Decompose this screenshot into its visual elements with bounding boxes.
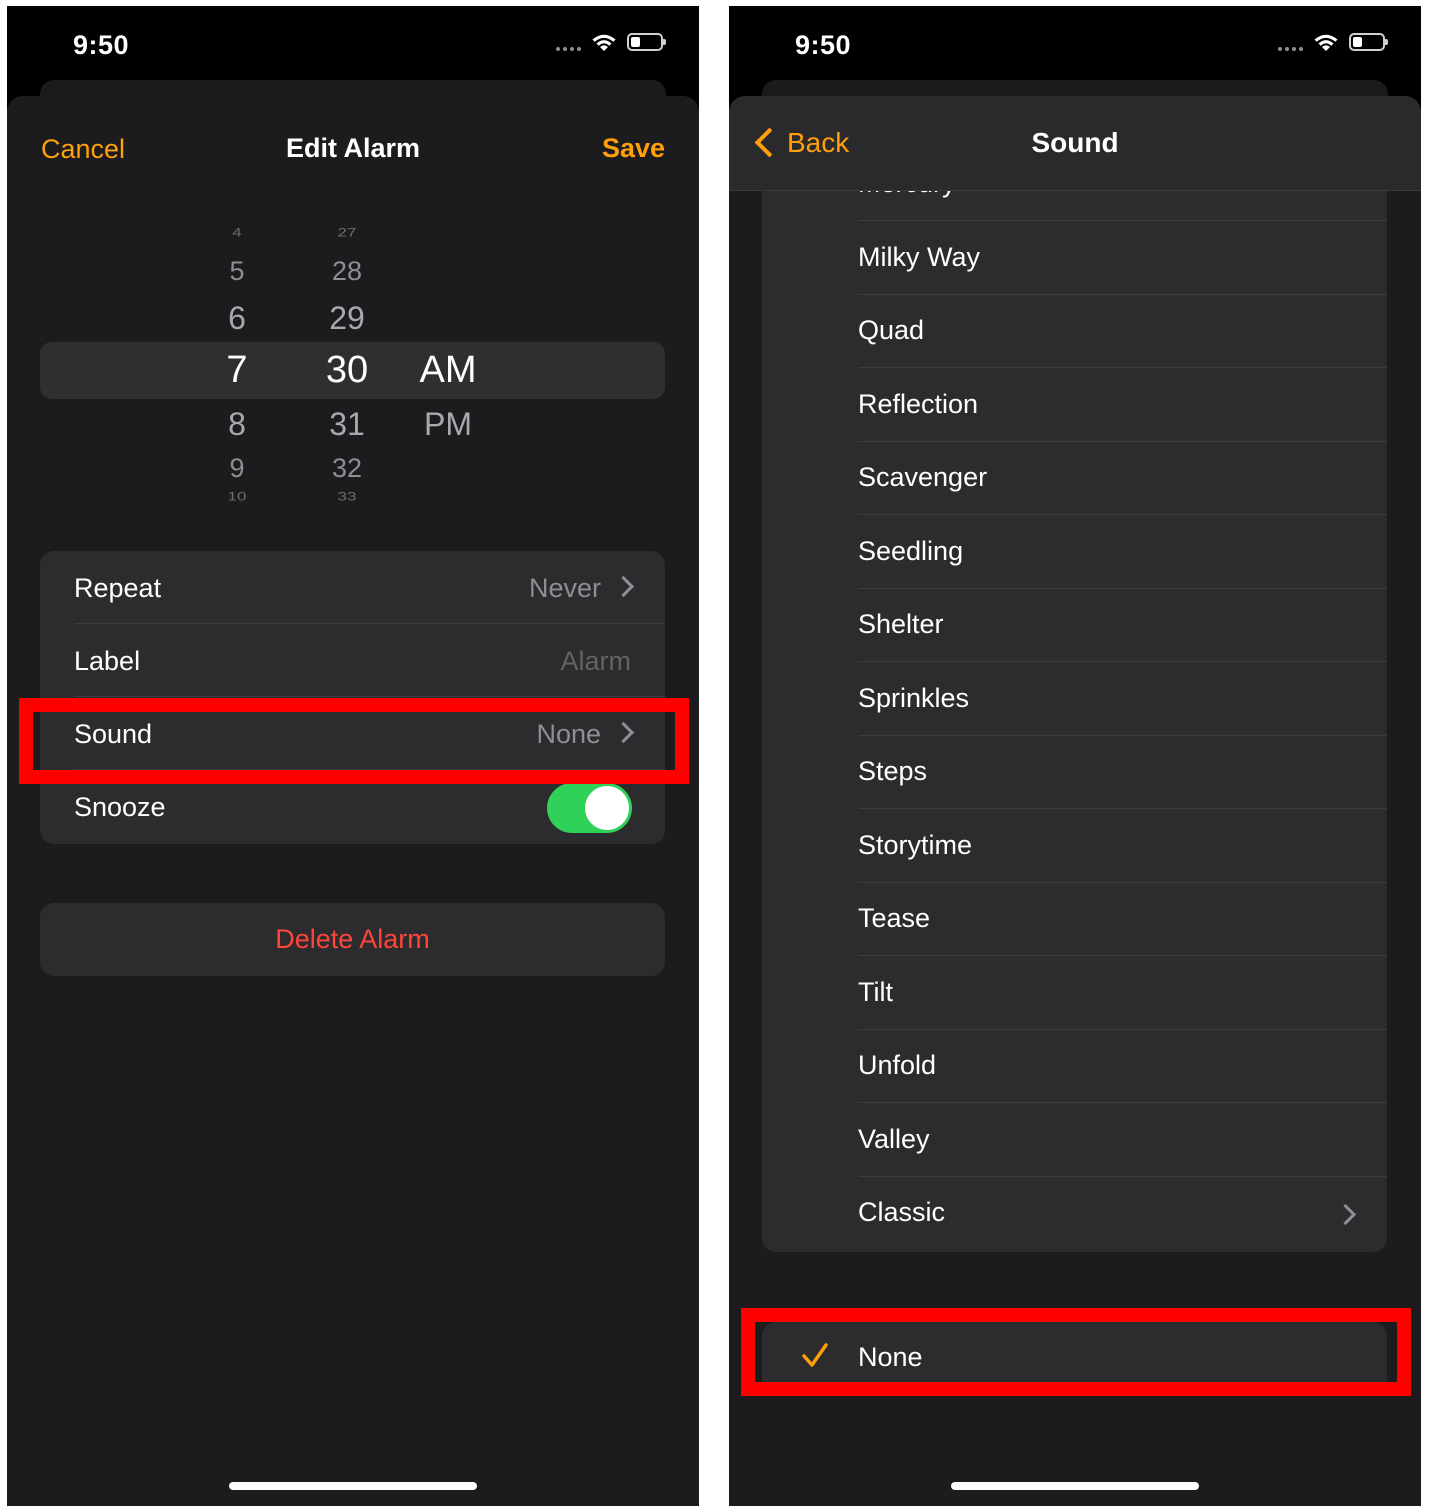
status-time: 9:50 [795,30,852,60]
navigation-bar: Back Sound [729,96,1421,191]
picker-minute: 33 [337,490,357,504]
list-item[interactable]: Shelter [762,589,1387,662]
sound-item-label: Unfold [858,1050,937,1080]
list-item[interactable]: Seedling [762,516,1387,589]
label-label: Label [74,646,141,676]
cellular-signal-icon [556,33,581,51]
picker-hour: 9 [229,453,245,483]
snooze-toggle[interactable] [547,783,632,833]
battery-icon [627,33,666,51]
list-item[interactable]: Unfold [762,1030,1387,1103]
sound-item-label: Sprinkles [858,682,970,713]
sound-item-label: Seedling [858,535,964,566]
list-item[interactable]: Quad [762,295,1387,368]
sound-sheet: Back Sound Mercury Milky Way Quad Reflec… [729,96,1421,1506]
picker-minute: 28 [331,256,363,286]
sound-item-label: Steps [858,756,928,786]
status-indicators [556,32,666,52]
list-item[interactable]: Valley [762,1104,1387,1177]
snooze-label: Snooze [74,792,166,822]
sound-list: Mercury Milky Way Quad Reflection Scaven… [762,190,1387,1252]
list-item[interactable]: Sprinkles [762,663,1387,736]
picker-minute: 27 [337,226,357,240]
highlight-box [19,698,689,784]
list-item[interactable]: Steps [762,736,1387,809]
sound-item-label: Classic [858,1197,946,1227]
home-indicator[interactable] [229,1482,477,1490]
repeat-value: Never [528,573,601,603]
picker-hour-selected: 7 [226,349,248,391]
list-item[interactable]: Tilt [762,957,1387,1030]
repeat-row[interactable]: Repeat Never [40,551,665,624]
list-item[interactable]: Storytime [762,810,1387,883]
picker-hour: 5 [229,256,245,286]
sound-item-label: Tilt [858,976,893,1007]
list-item[interactable]: Mercury [762,190,1387,221]
sound-item-label: Mercury [858,190,956,199]
classic-row[interactable]: Classic [762,1177,1387,1250]
status-indicators [1278,32,1388,52]
battery-icon [1349,33,1388,51]
highlight-box [741,1308,1411,1396]
list-item[interactable]: Tease [762,883,1387,956]
list-item[interactable]: Reflection [762,369,1387,442]
sound-item-label: Milky Way [858,241,980,272]
sound-item-label: Valley [858,1123,930,1154]
page-title: Sound [1031,127,1119,158]
cellular-signal-icon [1278,33,1303,51]
wifi-icon [592,34,616,51]
picker-ampm: PM [424,406,472,442]
repeat-label: Repeat [74,573,162,603]
picker-hour: 4 [232,226,242,240]
list-item[interactable]: Milky Way [762,222,1387,295]
picker-minute-selected: 30 [325,349,369,391]
edit-alarm-screen: 9:50 Cancel Edit Alarm Save 4 5 6 7 8 9 … [7,6,699,1506]
label-field[interactable]: Alarm [560,646,631,677]
sound-screen: 9:50 Back Sound Mercury Milky Way Quad R… [729,6,1421,1506]
picker-hour: 8 [228,406,246,442]
picker-ampm-selected: AM [419,349,477,391]
label-row[interactable]: Label Alarm [40,624,665,697]
picker-hour: 10 [227,490,247,504]
picker-minute: 32 [331,453,363,483]
picker-minute: 29 [329,300,365,336]
chevron-right-icon [1334,1203,1357,1226]
home-indicator[interactable] [951,1482,1199,1490]
sound-item-label: Storytime [858,829,973,860]
list-item[interactable]: Scavenger [762,442,1387,515]
sound-item-label: Tease [858,903,931,933]
wifi-icon [1314,34,1338,51]
sound-item-label: Quad [858,315,925,345]
edit-alarm-sheet: Cancel Edit Alarm Save 4 5 6 7 8 9 10 27… [7,96,699,1506]
chevron-right-icon [612,575,635,598]
picker-hour: 6 [228,300,246,336]
status-time: 9:50 [73,30,130,60]
sound-item-label: Reflection [858,388,979,419]
save-button[interactable]: Save [602,133,665,164]
page-title: Edit Alarm [285,133,421,163]
picker-minute: 31 [329,406,365,442]
sound-item-label: Scavenger [858,462,988,492]
sound-item-label: Shelter [858,609,944,639]
toggle-knob [585,786,629,830]
delete-alarm-button[interactable]: Delete Alarm [40,903,665,976]
